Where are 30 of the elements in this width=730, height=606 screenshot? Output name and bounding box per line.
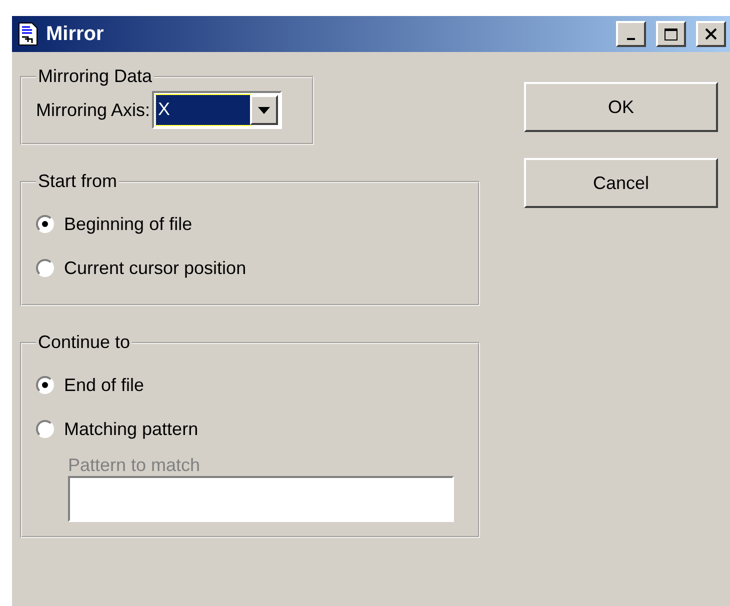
group-title: Start from xyxy=(37,171,118,192)
radio-option[interactable]: Beginning of file xyxy=(36,208,464,240)
radio-button[interactable] xyxy=(36,376,54,394)
field-label: Mirroring Axis: xyxy=(36,100,150,120)
dialog-button[interactable]: Cancel xyxy=(524,158,718,208)
radio-button[interactable] xyxy=(36,420,54,438)
dropdown-button[interactable] xyxy=(250,95,278,125)
minimize-button[interactable] xyxy=(616,21,646,47)
group-title: Mirroring Data xyxy=(37,66,154,87)
radio-label: Matching pattern xyxy=(64,418,198,440)
close-button[interactable] xyxy=(696,21,726,47)
window-title: Mirror xyxy=(46,22,105,46)
close-icon xyxy=(705,28,717,40)
group-title: Continue to xyxy=(37,332,132,353)
radio-button[interactable] xyxy=(36,215,54,233)
caret-icon xyxy=(258,106,270,114)
radio-option[interactable]: Matching pattern xyxy=(36,413,464,445)
minimize-icon xyxy=(627,38,635,40)
radio-label: End of file xyxy=(64,374,144,396)
radio-button[interactable] xyxy=(36,259,54,277)
maximize-icon xyxy=(664,28,678,40)
dialog-button[interactable]: OK xyxy=(524,82,718,132)
maximize-button[interactable] xyxy=(656,21,686,47)
radio-option[interactable]: Current cursor position xyxy=(36,252,464,284)
radio-label: Beginning of file xyxy=(64,214,192,234)
radio-option[interactable]: End of file xyxy=(36,369,464,401)
axis-dropdown[interactable]: X xyxy=(152,91,282,129)
radio-label: Current cursor position xyxy=(64,258,246,278)
document-icon xyxy=(18,22,38,46)
field-label: Pattern to match xyxy=(68,455,202,476)
